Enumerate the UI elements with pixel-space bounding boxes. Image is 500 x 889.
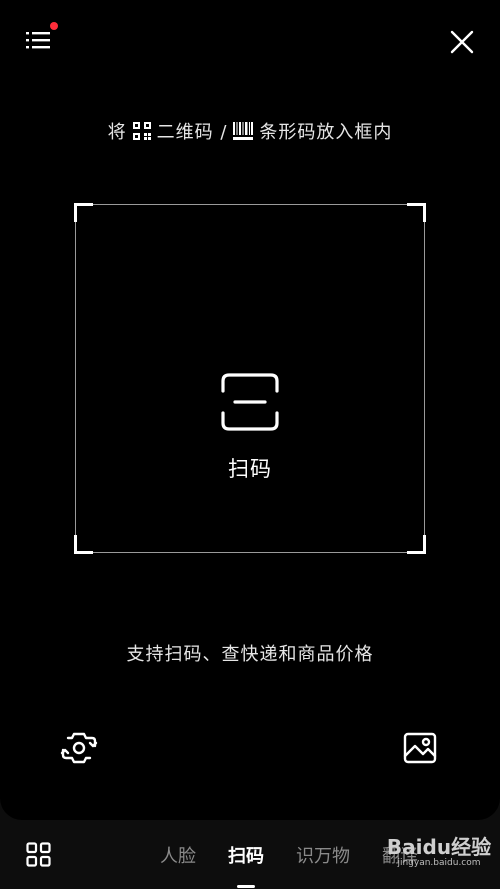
- camera-flip-icon: [60, 732, 98, 764]
- menu-button[interactable]: [26, 30, 52, 54]
- scan-label: 扫码: [228, 457, 272, 481]
- barcode-icon: [233, 122, 254, 140]
- watermark-brand: Baidu经验: [386, 835, 492, 859]
- image-album-icon: [403, 732, 437, 764]
- frame-corner-bottom-right: [407, 535, 426, 554]
- watermark-url: jingyan.baidu.com: [397, 858, 481, 868]
- scan-hint: 将 二维码 / 条形码放入框内: [0, 118, 500, 144]
- qr-code-icon: [132, 122, 151, 140]
- scanner-panel: 将 二维码 / 条形码放入框内 扫码 支持扫码、查快递和商品价格: [0, 0, 500, 820]
- frame-corner-bottom-left: [74, 535, 93, 554]
- tab-face[interactable]: 人脸: [160, 842, 196, 872]
- close-icon: [450, 30, 474, 54]
- frame-corner-top-right: [407, 203, 426, 222]
- grid-icon: [26, 842, 51, 867]
- scan-frame: 扫码: [74, 203, 426, 554]
- camera-flip-button[interactable]: [60, 730, 98, 766]
- more-apps-button[interactable]: [26, 842, 51, 867]
- close-button[interactable]: [448, 28, 476, 56]
- frame-corner-top-left: [74, 203, 93, 222]
- support-text: 支持扫码、查快递和商品价格: [126, 644, 374, 665]
- tab-recognize[interactable]: 识万物: [296, 842, 350, 872]
- watermark: Baidu经验 jingyan.baidu.com: [380, 836, 498, 886]
- hint-prefix: 将: [107, 122, 127, 143]
- qr-label: 二维码 /: [156, 122, 228, 143]
- barcode-label: 条形码放入框内: [259, 122, 393, 143]
- album-button[interactable]: [403, 732, 437, 764]
- notification-dot: [50, 22, 58, 30]
- scan-button[interactable]: 扫码: [76, 373, 424, 483]
- list-menu-icon: [26, 32, 50, 49]
- tab-scan[interactable]: 扫码: [228, 842, 264, 888]
- scan-icon: [221, 373, 279, 431]
